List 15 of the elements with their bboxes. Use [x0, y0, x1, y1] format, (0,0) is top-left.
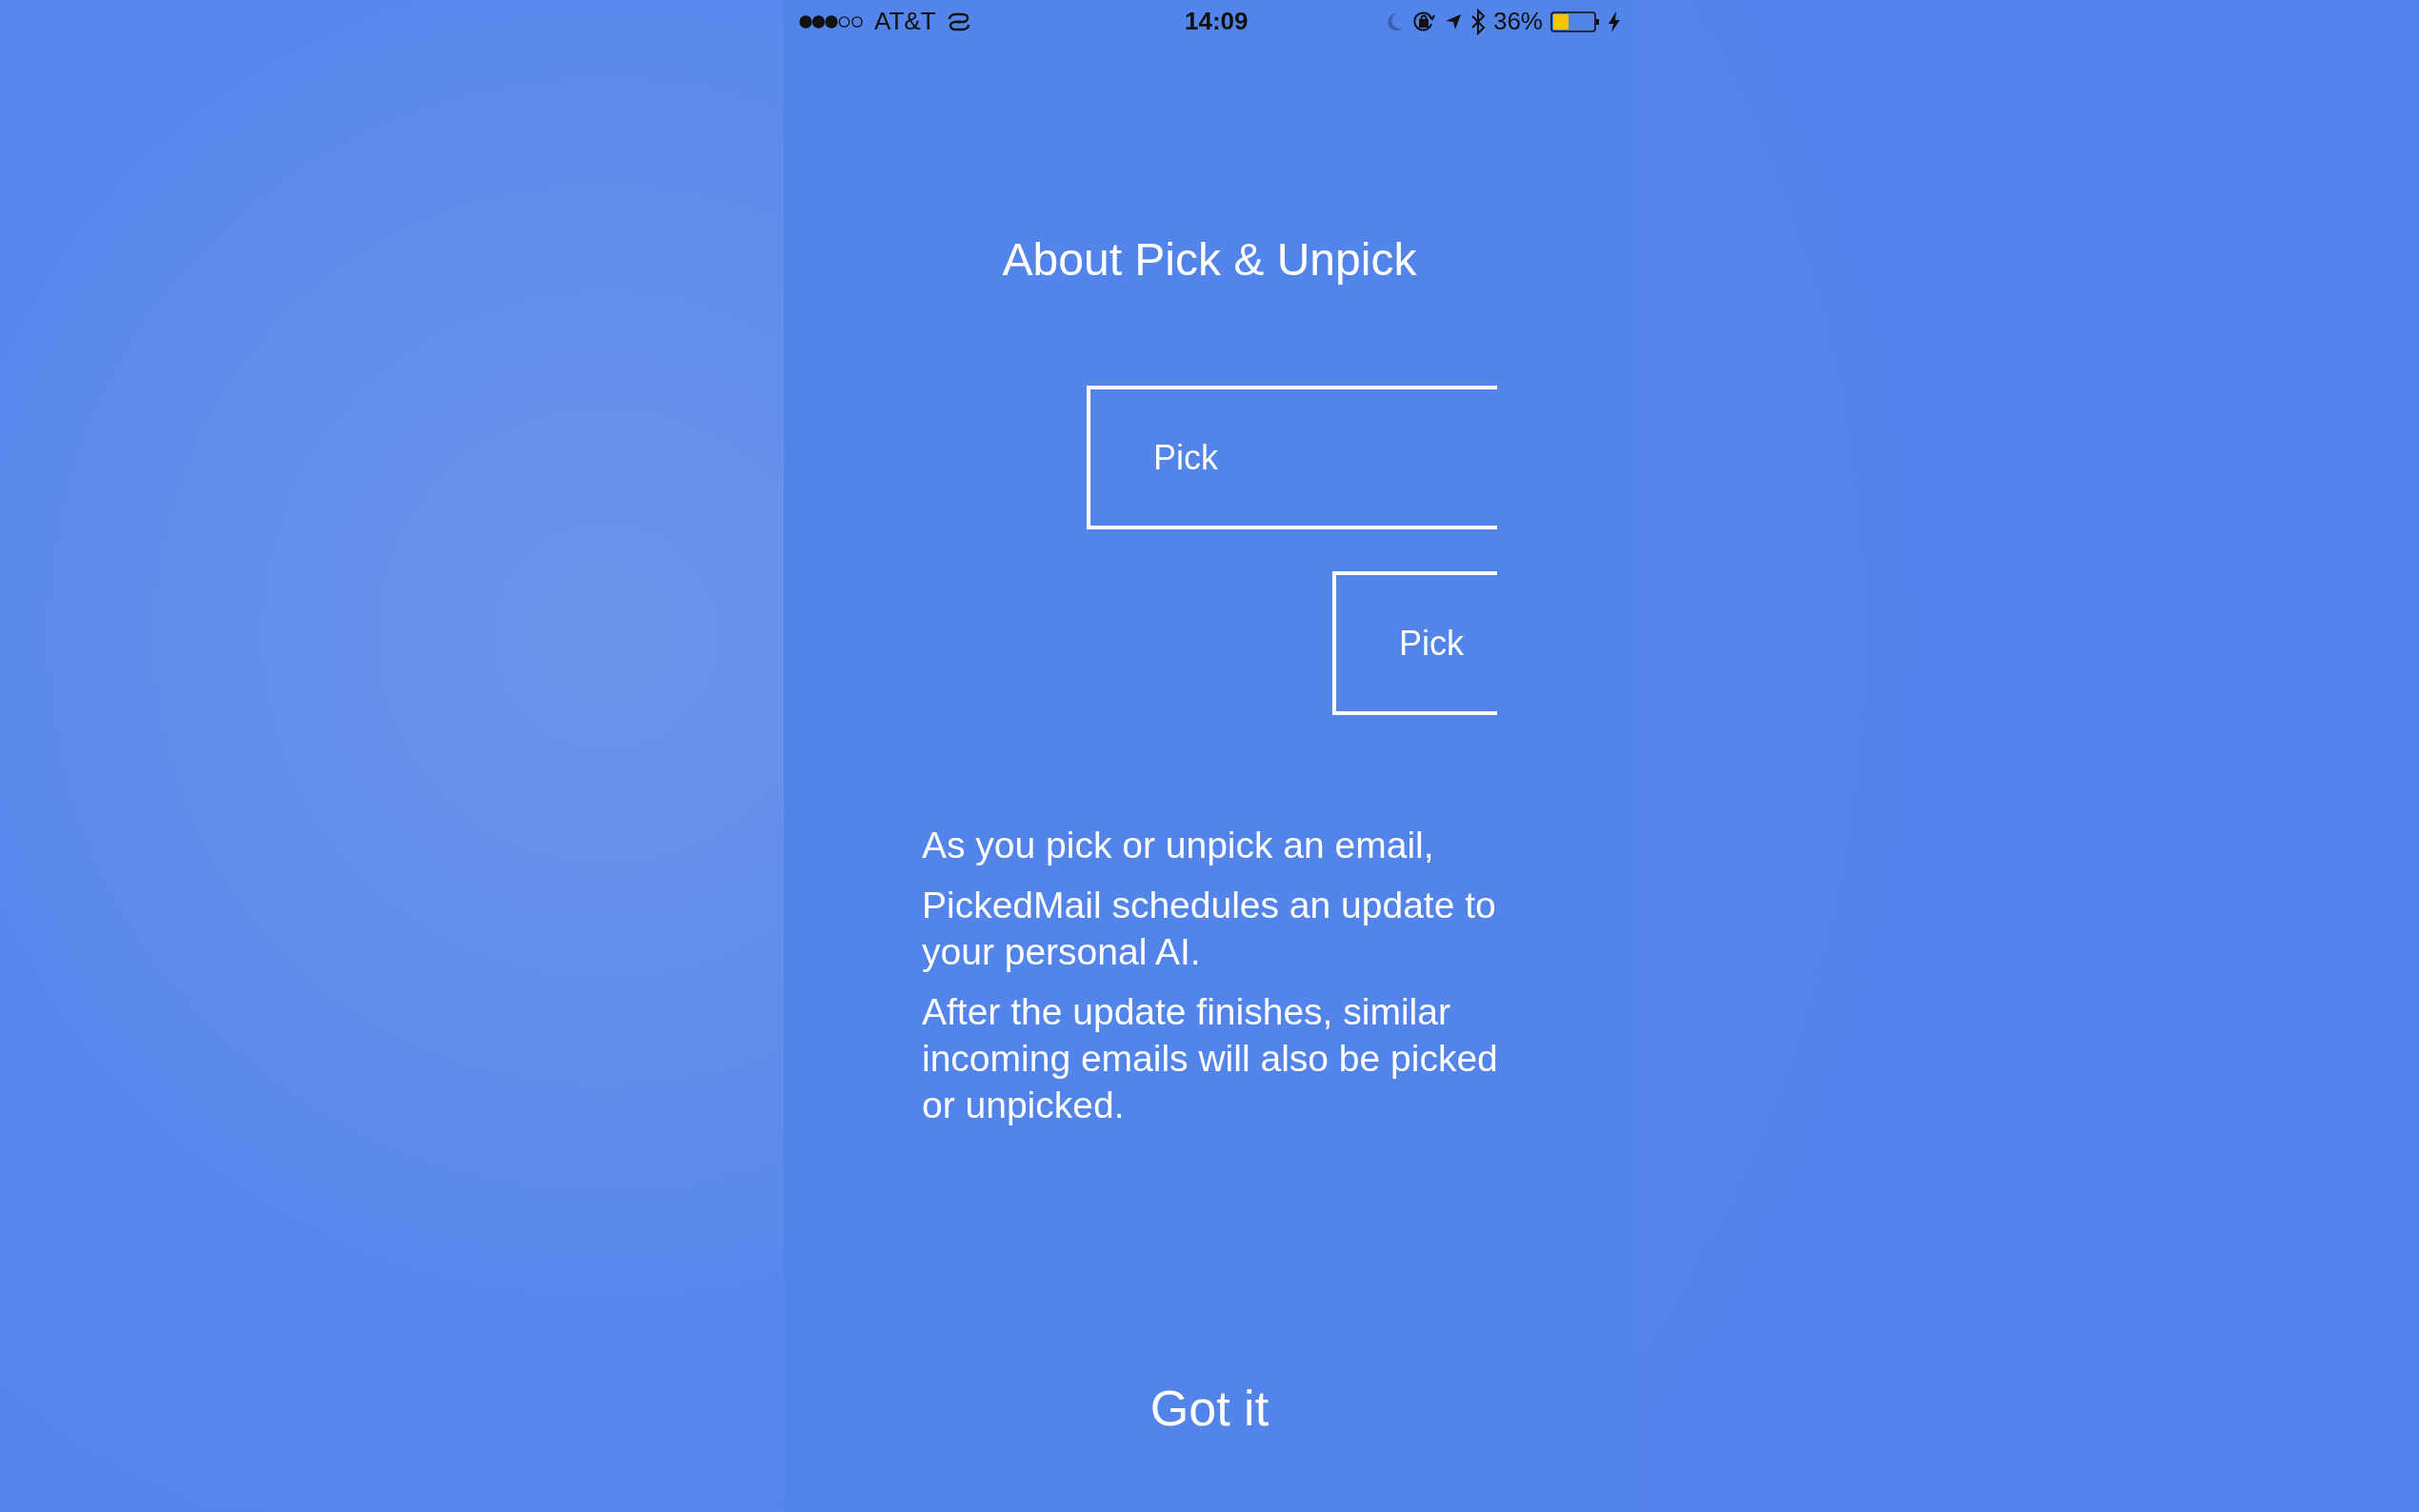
info-paragraph: PickedMail schedules an update to your personal AI. [922, 884, 1497, 974]
got-it-button[interactable]: Got it [1140, 1371, 1279, 1445]
info-paragraph: As you pick or unpick an email, [922, 824, 1435, 867]
carrier-name: AT&T [874, 6, 936, 37]
bluetooth-icon [1469, 8, 1486, 35]
rotation-lock-icon [1410, 10, 1436, 33]
pick-example: Pick [1087, 386, 1497, 529]
info-paragraph: After the update finishes, similar incoming emails will also be picked or unpicked. [922, 990, 1499, 1127]
screen-title: About Pick & Unpick [1001, 233, 1418, 287]
battery-icon [1550, 10, 1600, 32]
signal-icon [798, 13, 865, 30]
pick-example: Pick [1332, 571, 1497, 715]
battery-percent: 36% [1492, 6, 1543, 37]
clock-time: 14:09 [1185, 6, 1249, 37]
charging-bolt-icon [1608, 10, 1621, 33]
